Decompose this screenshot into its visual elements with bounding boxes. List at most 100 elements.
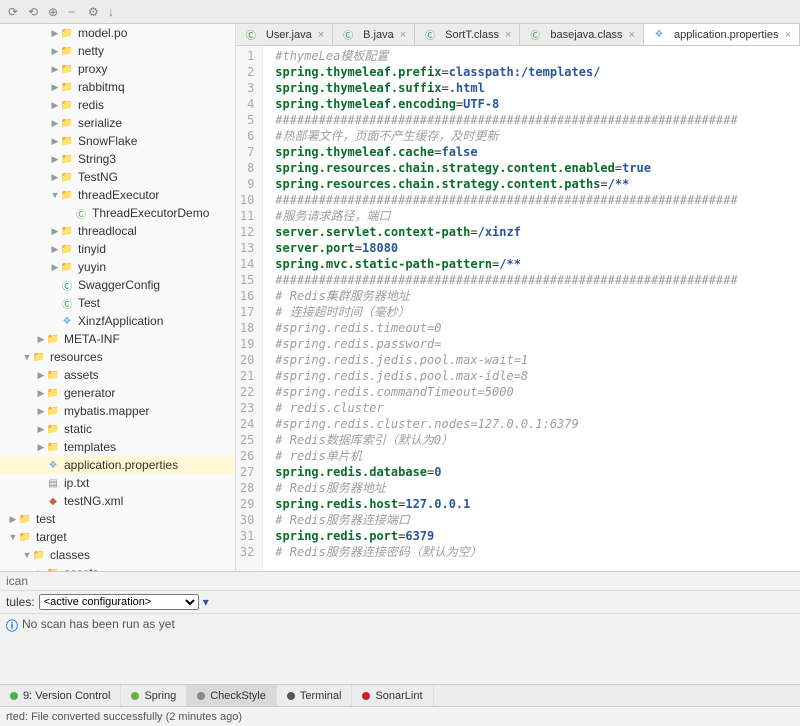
chevron-down-icon[interactable]: ▼ (22, 352, 32, 362)
code-line[interactable]: #spring.redis.password= (275, 336, 800, 352)
code-line[interactable]: #thymeLea模板配置 (275, 48, 800, 64)
help-icon[interactable]: ↓ (108, 5, 122, 19)
tool-tab[interactable]: SonarLint (352, 685, 433, 706)
tool-tab[interactable]: Spring (121, 685, 187, 706)
tree-item[interactable]: ▶📁threadlocal (0, 222, 235, 240)
tree-item[interactable]: ▶📁netty (0, 42, 235, 60)
tree-item[interactable]: ▶📁mybatis.mapper (0, 402, 235, 420)
chevron-down-icon[interactable]: ▼ (22, 550, 32, 560)
code-line[interactable]: # Redis服务器连接密码（默认为空） (275, 544, 800, 560)
tree-item[interactable]: ▼📁threadExecutor (0, 186, 235, 204)
chevron-right-icon[interactable]: ▶ (50, 100, 60, 111)
code-editor[interactable]: 1234567891011121314151617181920212223242… (236, 46, 800, 571)
gear-icon[interactable]: ⚙ (88, 5, 102, 19)
tree-item[interactable]: ▶📁static (0, 420, 235, 438)
tree-item[interactable]: ❖application.properties (0, 456, 235, 474)
chevron-right-icon[interactable]: ▶ (36, 424, 46, 435)
code-line[interactable]: # Redis数据库索引（默认为0） (275, 432, 800, 448)
code-line[interactable]: # redis单片机 (275, 448, 800, 464)
editor-tab[interactable]: ❖application.properties× (644, 24, 800, 45)
code-line[interactable]: #spring.redis.cluster.nodes=127.0.0.1:63… (275, 416, 800, 432)
code-line[interactable]: #spring.redis.jedis.pool.max-idle=8 (275, 368, 800, 384)
code-line[interactable]: ########################################… (275, 192, 800, 208)
code-line[interactable]: spring.thymeleaf.encoding=UTF-8 (275, 96, 800, 112)
tree-item[interactable]: ▶📁META-INF (0, 330, 235, 348)
chevron-right-icon[interactable]: ▶ (50, 64, 60, 75)
code-line[interactable]: # 连接超时时间（毫秒） (275, 304, 800, 320)
chevron-right-icon[interactable]: ▶ (36, 388, 46, 399)
code-line[interactable]: #spring.redis.jedis.pool.max-wait=1 (275, 352, 800, 368)
code-line[interactable]: spring.thymeleaf.cache=false (275, 144, 800, 160)
chevron-right-icon[interactable]: ▶ (50, 244, 60, 255)
code-line[interactable]: spring.resources.chain.strategy.content.… (275, 176, 800, 192)
tree-item[interactable]: ▼📁target (0, 528, 235, 546)
tree-item[interactable]: ▶📁test (0, 510, 235, 528)
tool-tab[interactable]: Terminal (277, 685, 353, 706)
close-icon[interactable]: × (629, 29, 635, 41)
tree-item[interactable]: ⒸSwaggerConfig (0, 276, 235, 294)
chevron-right-icon[interactable]: ▶ (36, 334, 46, 345)
code-line[interactable]: spring.thymeleaf.suffix=.html (275, 80, 800, 96)
tree-item[interactable]: ▶📁rabbitmq (0, 78, 235, 96)
code-lines[interactable]: #thymeLea模板配置spring.thymeleaf.prefix=cla… (263, 46, 800, 571)
code-line[interactable]: spring.redis.port=6379 (275, 528, 800, 544)
tree-item[interactable]: ◆testNG.xml (0, 492, 235, 510)
code-line[interactable]: # Redis服务器连接端口 (275, 512, 800, 528)
chevron-right-icon[interactable]: ▶ (50, 226, 60, 237)
tree-item[interactable]: ▶📁proxy (0, 60, 235, 78)
code-line[interactable]: ########################################… (275, 112, 800, 128)
editor-tab[interactable]: ⒸB.java× (333, 24, 415, 45)
rules-select[interactable]: <active configuration> (39, 594, 199, 610)
chevron-right-icon[interactable]: ▶ (50, 262, 60, 273)
tree-item[interactable]: ⒸTest (0, 294, 235, 312)
chevron-right-icon[interactable]: ▶ (36, 370, 46, 381)
collapse-icon[interactable]: − (68, 5, 82, 19)
code-line[interactable]: #spring.redis.timeout=0 (275, 320, 800, 336)
editor-tab[interactable]: ⒸUser.java× (236, 24, 333, 45)
tree-item[interactable]: ▶📁TestNG (0, 168, 235, 186)
tree-item[interactable]: ▶📁redis (0, 96, 235, 114)
chevron-right-icon[interactable]: ▶ (36, 442, 46, 453)
chevron-right-icon[interactable]: ▶ (50, 136, 60, 147)
code-line[interactable]: # Redis集群服务器地址 (275, 288, 800, 304)
code-line[interactable]: #服务请求路径，端口 (275, 208, 800, 224)
chevron-right-icon[interactable]: ▶ (50, 118, 60, 129)
code-line[interactable]: spring.redis.database=0 (275, 464, 800, 480)
close-icon[interactable]: × (785, 29, 791, 41)
editor-tab[interactable]: ⒸSortT.class× (415, 24, 520, 45)
tool-tab[interactable]: CheckStyle (187, 685, 277, 706)
chevron-right-icon[interactable]: ▶ (50, 82, 60, 93)
chevron-down-icon[interactable]: ▼ (8, 532, 18, 542)
tree-item[interactable]: ▶📁templates (0, 438, 235, 456)
chevron-right-icon[interactable]: ▶ (50, 46, 60, 57)
tree-item[interactable]: ▶📁SnowFlake (0, 132, 235, 150)
close-icon[interactable]: × (400, 29, 406, 41)
chevron-down-icon[interactable]: ▼ (50, 190, 60, 200)
tree-item[interactable]: ▤ip.txt (0, 474, 235, 492)
code-line[interactable]: ########################################… (275, 272, 800, 288)
close-icon[interactable]: × (318, 29, 324, 41)
code-line[interactable]: # redis.cluster (275, 400, 800, 416)
tool-tab[interactable]: 9: Version Control (0, 685, 121, 706)
tree-item[interactable]: ▶📁tinyid (0, 240, 235, 258)
tree-item[interactable]: ▶📁yuyin (0, 258, 235, 276)
tree-item[interactable]: ❖XinzfApplication (0, 312, 235, 330)
code-line[interactable]: # Redis服务器地址 (275, 480, 800, 496)
tree-item[interactable]: ⒸThreadExecutorDemo (0, 204, 235, 222)
code-line[interactable]: spring.resources.chain.strategy.content.… (275, 160, 800, 176)
editor-tab[interactable]: Ⓒbasejava.class× (520, 24, 644, 45)
close-icon[interactable]: × (505, 29, 511, 41)
chevron-right-icon[interactable]: ▶ (8, 514, 18, 525)
sync-icon[interactable]: ⟳ (8, 5, 22, 19)
code-line[interactable]: spring.thymeleaf.prefix=classpath:/templ… (275, 64, 800, 80)
tree-item[interactable]: ▶📁assets (0, 564, 235, 571)
tree-item[interactable]: ▶📁generator (0, 384, 235, 402)
sync2-icon[interactable]: ⟲ (28, 5, 42, 19)
chevron-right-icon[interactable]: ▶ (50, 28, 60, 39)
code-line[interactable]: spring.mvc.static-path-pattern=/** (275, 256, 800, 272)
tree-item[interactable]: ▶📁String3 (0, 150, 235, 168)
project-tree[interactable]: ▶📁model.po▶📁netty▶📁proxy▶📁rabbitmq▶📁redi… (0, 24, 236, 571)
tree-item[interactable]: ▼📁classes (0, 546, 235, 564)
expand-icon[interactable]: ⊕ (48, 5, 62, 19)
tree-item[interactable]: ▼📁resources (0, 348, 235, 366)
